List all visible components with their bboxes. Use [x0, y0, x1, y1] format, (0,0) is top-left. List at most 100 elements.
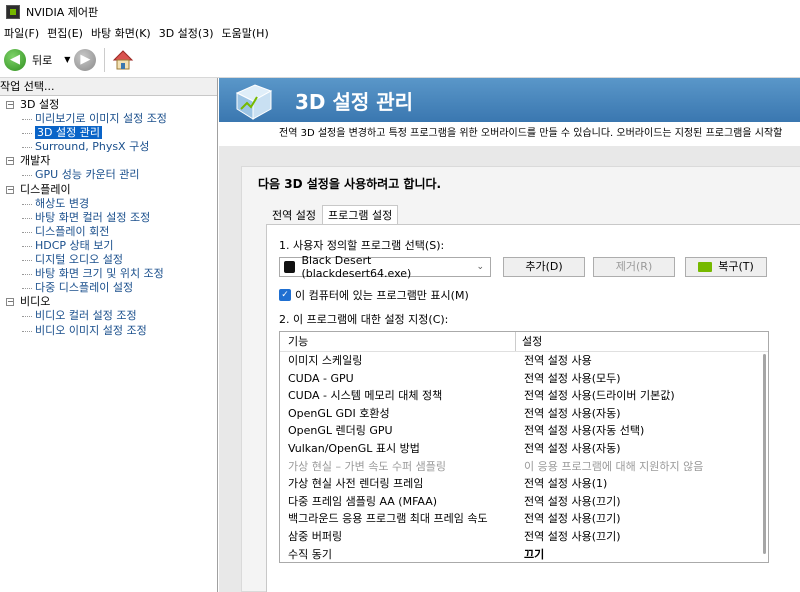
tree-item[interactable]: HDCP 상태 보기: [0, 239, 217, 253]
tree-category[interactable]: − 개발자: [0, 154, 217, 168]
table-row[interactable]: 수직 동기 끄기: [280, 546, 768, 562]
tree-item-label: 디스플레이: [20, 182, 71, 196]
tree-collapse-icon[interactable]: −: [6, 101, 14, 109]
table-row[interactable]: 가상 현실 사전 렌더링 프레임 전역 설정 사용(1): [280, 475, 768, 493]
setting-cell[interactable]: 전역 설정 사용(모두): [516, 370, 621, 388]
tree-item-label: 다중 디스플레이 설정: [35, 281, 134, 295]
feature-cell: Vulkan/OpenGL 표시 방법: [288, 441, 420, 455]
window-title: NVIDIA 제어판: [26, 6, 99, 19]
tree-item-label: 비디오 이미지 설정 조정: [35, 323, 147, 337]
tree-connector: [22, 288, 32, 290]
setting-cell[interactable]: 전역 설정 사용: [516, 352, 592, 370]
table-row[interactable]: 가상 현실 – 가변 속도 수퍼 샘플링 이 응용 프로그램에 대해 지원하지 않…: [280, 458, 768, 476]
tree-collapse-icon[interactable]: −: [6, 157, 14, 166]
table-row[interactable]: Vulkan/OpenGL 표시 방법 전역 설정 사용(자동): [280, 440, 768, 458]
menu-desktop[interactable]: 바탕 화면(K): [87, 25, 155, 41]
tab-program-settings[interactable]: 프로그램 설정: [321, 205, 399, 225]
tree-item-label: 개발자: [20, 154, 51, 168]
grid-scrollbar[interactable]: [761, 354, 766, 554]
show-installed-only-checkbox[interactable]: ✓: [279, 289, 291, 301]
grid-scroll-thumb[interactable]: [763, 354, 766, 554]
tree-category[interactable]: − 디스플레이: [0, 183, 217, 197]
chevron-down-icon: ⌄: [476, 262, 484, 272]
feature-cell: 수직 동기: [288, 547, 332, 561]
setting-cell[interactable]: 전역 설정 사용(드라이버 기본값): [516, 387, 675, 405]
tree-item-label: Surround, PhysX 구성: [35, 140, 150, 154]
column-header-feature[interactable]: 기능: [280, 332, 516, 351]
home-icon[interactable]: [111, 48, 135, 72]
tree-item[interactable]: 바탕 화면 컬러 설정 조정: [0, 211, 217, 225]
table-row[interactable]: 백그라운드 응용 프로그램 최대 프레임 속도 전역 설정 사용(끄기): [280, 510, 768, 528]
setting-cell[interactable]: 전역 설정 사용(자동): [516, 440, 621, 458]
page-title: 3D 설정 관리: [295, 89, 414, 114]
tab-global-settings[interactable]: 전역 설정: [266, 205, 322, 225]
setting-cell[interactable]: 전역 설정 사용(끄기): [516, 493, 621, 511]
feature-cell: CUDA - GPU: [288, 371, 354, 385]
tree-collapse-icon[interactable]: −: [6, 185, 14, 194]
setting-cell[interactable]: 전역 설정 사용(끄기): [516, 528, 621, 546]
tree-item[interactable]: Surround, PhysX 구성: [0, 140, 217, 154]
settings-panel: 다음 3D 설정을 사용하려고 합니다. 전역 설정 프로그램 설정 1. 사용…: [241, 166, 800, 592]
add-button[interactable]: 추가(D): [503, 257, 585, 277]
tree-connector: [22, 203, 32, 205]
tree-category[interactable]: − 비디오: [0, 295, 217, 309]
setting-cell[interactable]: 끄기: [516, 546, 544, 562]
restore-button[interactable]: 복구(T): [685, 257, 767, 277]
forward-arrow-icon[interactable]: ▶: [74, 48, 97, 71]
table-row[interactable]: OpenGL 렌더링 GPU 전역 설정 사용(자동 선택): [280, 422, 768, 440]
tree-item-label: 바탕 화면 컬러 설정 조정: [35, 210, 151, 224]
grid-rows: 이미지 스케일링 전역 설정 사용 CUDA - GPU 전역 설정 사용(모두) CU…: [280, 352, 768, 562]
table-row[interactable]: 삼중 버퍼링 전역 설정 사용(끄기): [280, 528, 768, 546]
back-button[interactable]: ◀ 뒤로: [4, 48, 53, 71]
tree-item[interactable]: 바탕 화면 크기 및 위치 조정: [0, 267, 217, 281]
tree-connector: [22, 274, 32, 276]
menu-3d-settings[interactable]: 3D 설정(3): [155, 25, 218, 41]
setting-cell[interactable]: 전역 설정 사용(자동 선택): [516, 422, 644, 440]
tree-connector: [22, 316, 32, 318]
tree-item[interactable]: 해상도 변경: [0, 197, 217, 211]
grid-header: 기능 설정: [280, 332, 768, 352]
program-select[interactable]: Black Desert (blackdesert64.exe) ⌄: [279, 254, 491, 280]
tree-item[interactable]: GPU 성능 카운터 관리: [0, 168, 217, 182]
tree-category[interactable]: −3D 설정: [0, 98, 217, 112]
tree-item[interactable]: 비디오 컬러 설정 조정: [0, 309, 217, 323]
tree-item-label: 3D 설정: [20, 98, 60, 111]
tree-item[interactable]: 미리보기로 이미지 설정 조정: [0, 112, 217, 126]
tree-item[interactable]: 3D 설정 관리: [0, 126, 217, 140]
table-row[interactable]: CUDA - 시스템 메모리 대체 정책 전역 설정 사용(드라이버 기본값): [280, 387, 768, 405]
tree-item-label: 미리보기로 이미지 설정 조정: [35, 112, 167, 126]
setting-cell[interactable]: 전역 설정 사용(1): [516, 475, 607, 493]
remove-button[interactable]: 제거(R): [593, 257, 675, 277]
setting-cell[interactable]: 전역 설정 사용(끄기): [516, 510, 621, 528]
nvidia-app-icon: [6, 5, 20, 19]
table-row[interactable]: CUDA - GPU 전역 설정 사용(모두): [280, 370, 768, 388]
menu-file[interactable]: 파일(F): [0, 25, 43, 41]
feature-cell: 이미지 스케일링: [288, 354, 363, 367]
tree-item-label: 바탕 화면 크기 및 위치 조정: [35, 267, 164, 281]
tree-item[interactable]: 디스플레이 회전: [0, 225, 217, 239]
table-row[interactable]: 이미지 스케일링 전역 설정 사용: [280, 352, 768, 370]
back-history-dropdown-icon[interactable]: ▼: [64, 55, 70, 64]
show-installed-only-row[interactable]: ✓ 이 컴퓨터에 있는 프로그램만 표시(M): [279, 287, 469, 303]
tree-item-label: 디지털 오디오 설정: [35, 253, 123, 267]
table-row[interactable]: 다중 프레임 샘플링 AA (MFAA) 전역 설정 사용(끄기): [280, 493, 768, 511]
column-header-setting[interactable]: 설정: [516, 332, 542, 351]
menu-help[interactable]: 도움말(H): [218, 25, 273, 41]
tree-item[interactable]: 다중 디스플레이 설정: [0, 281, 217, 295]
tree-item-label: 비디오 컬러 설정 조정: [35, 309, 137, 323]
tree-item[interactable]: 비디오 이미지 설정 조정: [0, 324, 217, 338]
tree-item-label: 비디오: [20, 295, 51, 309]
settings-tabs: 전역 설정 프로그램 설정: [266, 205, 399, 225]
program-icon: [284, 261, 296, 273]
feature-cell: OpenGL 렌더링 GPU: [288, 424, 393, 438]
task-tree: −3D 설정 미리보기로 이미지 설정 조정 3D 설정 관리 Surround, P…: [0, 96, 217, 338]
tree-item[interactable]: 디지털 오디오 설정: [0, 253, 217, 267]
tree-collapse-icon[interactable]: −: [6, 298, 14, 307]
setting-cell[interactable]: 이 응용 프로그램에 대해 지원하지 않음: [516, 458, 703, 476]
task-header: 작업 선택...: [0, 78, 217, 96]
setting-cell[interactable]: 전역 설정 사용(자동): [516, 405, 621, 423]
back-label: 뒤로: [32, 53, 53, 67]
menu-edit[interactable]: 편집(E): [43, 25, 87, 41]
panel-heading: 다음 3D 설정을 사용하려고 합니다.: [258, 177, 442, 191]
table-row[interactable]: OpenGL GDI 호환성 전역 설정 사용(자동): [280, 405, 768, 423]
